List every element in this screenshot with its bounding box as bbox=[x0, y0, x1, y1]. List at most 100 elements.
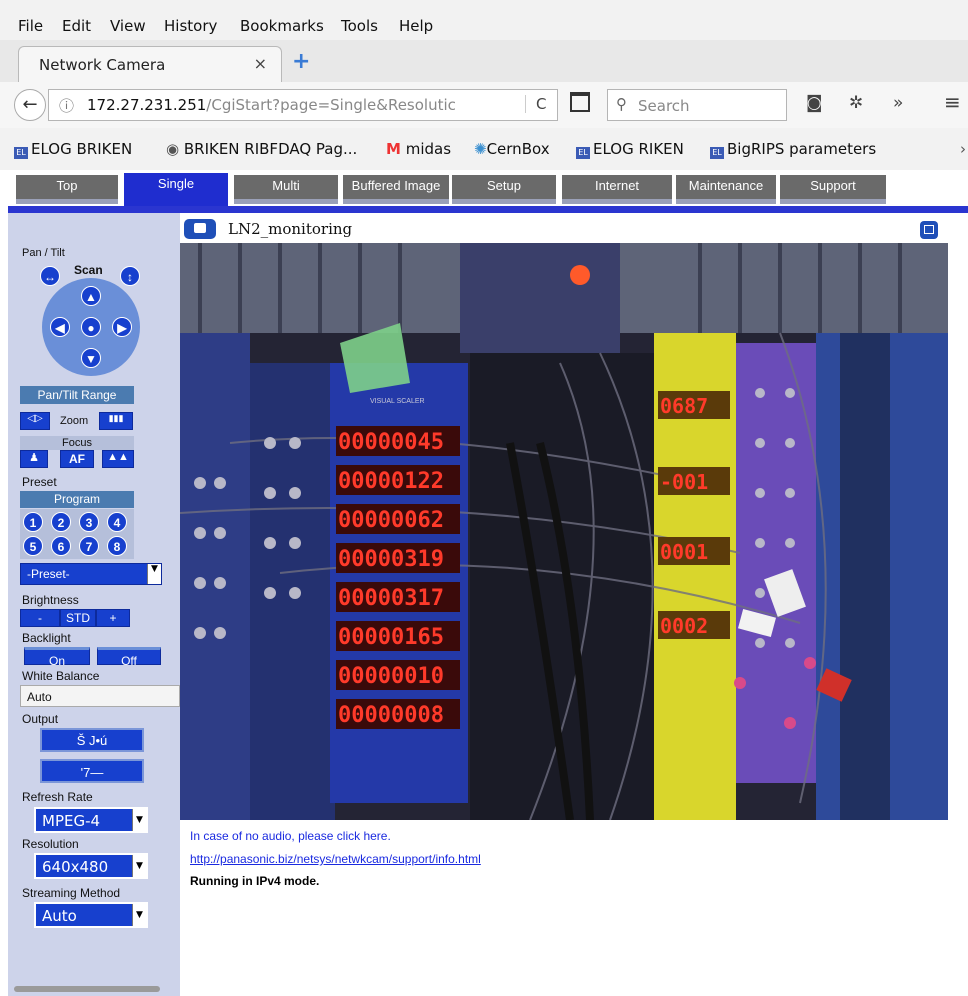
gear-icon[interactable]: ✲ bbox=[849, 93, 863, 113]
search-input[interactable]: ⚲ Search bbox=[607, 89, 787, 121]
horizontal-scrollbar[interactable] bbox=[14, 986, 160, 992]
preset-select-value: -Preset- bbox=[27, 567, 70, 581]
menu-bar: File Edit View History Bookmarks Tools H… bbox=[0, 0, 968, 40]
white-balance-label: White Balance bbox=[22, 669, 100, 683]
bookmark-cernbox[interactable]: ✺CernBox bbox=[474, 140, 550, 158]
autofocus-button[interactable]: AF bbox=[60, 450, 94, 468]
tab-multi[interactable]: Multi bbox=[234, 175, 338, 204]
refresh-rate-label: Refresh Rate bbox=[22, 790, 93, 804]
focus-far-icon[interactable]: ▲▲ bbox=[102, 450, 134, 468]
brightness-label: Brightness bbox=[22, 593, 79, 607]
preset-8-button[interactable]: 8 bbox=[107, 536, 127, 556]
preset-2-button[interactable]: 2 bbox=[51, 512, 71, 532]
new-tab-icon[interactable]: + bbox=[292, 49, 310, 74]
backlight-off-button[interactable]: Off bbox=[97, 647, 161, 668]
focus-near-icon[interactable]: ♟ bbox=[20, 450, 48, 468]
tab-setup[interactable]: Setup bbox=[452, 175, 556, 204]
streaming-method-select[interactable]: Auto ▼ bbox=[34, 902, 148, 928]
output-label: Output bbox=[22, 712, 59, 726]
refresh-rate-select[interactable]: MPEG-4 ▼ bbox=[34, 807, 148, 833]
output-button-2[interactable]: '7— bbox=[40, 759, 144, 783]
audio-note-link[interactable]: In case of no audio, please click here. bbox=[190, 829, 391, 843]
elog-icon: EL bbox=[576, 147, 590, 159]
chevron-down-icon: ▼ bbox=[132, 809, 146, 831]
tab-title: Network Camera bbox=[39, 56, 166, 74]
tilt-up-icon[interactable]: ▲ bbox=[81, 286, 101, 306]
tab-support[interactable]: Support bbox=[780, 175, 886, 204]
menu-history[interactable]: History bbox=[164, 17, 217, 35]
info-icon[interactable]: ⓘ bbox=[59, 95, 74, 116]
backlight-on-button[interactable]: On bbox=[24, 647, 90, 668]
hamburger-menu-icon[interactable]: ≡ bbox=[944, 90, 961, 114]
menu-file[interactable]: File bbox=[18, 17, 43, 35]
tilt-down-icon[interactable]: ▼ bbox=[81, 348, 101, 368]
menu-edit[interactable]: Edit bbox=[62, 17, 91, 35]
bookmark-midas[interactable]: M midas bbox=[386, 140, 451, 158]
cernbox-icon: ✺ bbox=[474, 140, 487, 158]
overflow-chevron-icon[interactable]: » bbox=[893, 93, 903, 113]
menu-bookmarks[interactable]: Bookmarks bbox=[240, 17, 324, 35]
fullscreen-icon[interactable] bbox=[920, 221, 938, 239]
menu-tools[interactable]: Tools bbox=[341, 17, 378, 35]
menu-help[interactable]: Help bbox=[399, 17, 433, 35]
preset-5-button[interactable]: 5 bbox=[23, 536, 43, 556]
pan-tilt-range-button[interactable]: Pan/Tilt Range bbox=[20, 386, 134, 404]
reload-icon[interactable]: C bbox=[525, 95, 546, 113]
yellow-display-1: 0687 bbox=[660, 394, 708, 418]
bookmark-elog-riken[interactable]: EL ELOG RIKEN bbox=[576, 140, 684, 159]
resolution-label: Resolution bbox=[22, 837, 79, 851]
search-placeholder: Search bbox=[638, 97, 690, 115]
globe-icon: ◉ bbox=[166, 140, 184, 158]
bookmark-elog-briken[interactable]: EL ELOG BRIKEN bbox=[14, 140, 132, 159]
counter-2: 00000122 bbox=[338, 469, 444, 494]
tab-single[interactable]: Single bbox=[124, 173, 228, 206]
counter-6: 00000165 bbox=[338, 625, 444, 650]
zoom-out-icon[interactable]: ◁▷ bbox=[20, 412, 50, 430]
camera-name: LN2_monitoring bbox=[228, 220, 353, 238]
preset-6-button[interactable]: 6 bbox=[51, 536, 71, 556]
menu-view[interactable]: View bbox=[110, 17, 146, 35]
midas-icon: M bbox=[386, 140, 401, 158]
bookmark-briken-ribfdaq[interactable]: ◉ BRIKEN RIBFDAQ Pag... bbox=[166, 140, 357, 158]
tab-top[interactable]: Top bbox=[16, 175, 118, 204]
preset-7-button[interactable]: 7 bbox=[79, 536, 99, 556]
preset-select[interactable]: -Preset- ▼ bbox=[20, 563, 162, 585]
brightness-plus-button[interactable]: + bbox=[96, 609, 130, 627]
preset-4-button[interactable]: 4 bbox=[107, 512, 127, 532]
tab-maintenance[interactable]: Maintenance bbox=[676, 175, 776, 204]
program-label: Program bbox=[20, 491, 134, 508]
preset-3-button[interactable]: 3 bbox=[79, 512, 99, 532]
preset-grid: 1 2 3 4 5 6 7 8 bbox=[20, 509, 134, 559]
vertical-scan-icon[interactable]: ↕ bbox=[120, 266, 140, 286]
back-arrow-icon[interactable]: ← bbox=[14, 89, 46, 121]
camera-page: Top Single Multi Buffered Image Setup In… bbox=[0, 170, 968, 996]
home-position-icon[interactable]: ● bbox=[81, 317, 101, 337]
window-icon[interactable] bbox=[570, 92, 590, 112]
tab-internet[interactable]: Internet bbox=[562, 175, 672, 204]
camera-nav-tabs: Top Single Multi Buffered Image Setup In… bbox=[0, 170, 968, 206]
yellow-display-4: 0002 bbox=[660, 614, 708, 638]
yellow-display-3: 0001 bbox=[660, 540, 708, 564]
support-link[interactable]: http://panasonic.biz/netsys/netwkcam/sup… bbox=[190, 852, 481, 866]
browser-tab[interactable]: Network Camera × bbox=[18, 46, 282, 83]
pan-right-icon[interactable]: ▶ bbox=[112, 317, 132, 337]
close-tab-icon[interactable]: × bbox=[254, 54, 267, 73]
pan-left-icon[interactable]: ◀ bbox=[50, 317, 70, 337]
output-button-1[interactable]: Š Ј•ú bbox=[40, 728, 144, 752]
pocket-icon[interactable]: ◙ bbox=[806, 93, 823, 113]
brightness-minus-button[interactable]: - bbox=[20, 609, 60, 627]
pan-tilt-label: Pan / Tilt bbox=[22, 247, 65, 259]
camera-icon[interactable] bbox=[184, 219, 216, 239]
horizontal-scan-icon[interactable]: ↔ bbox=[40, 266, 60, 286]
control-panel: Pan / Tilt ↔ Scan ↕ ▲ ▼ ◀ ▶ ● Pan/Tilt R… bbox=[8, 213, 180, 996]
white-balance-select[interactable]: Auto bbox=[20, 685, 180, 707]
bookmarks-overflow-icon[interactable]: › bbox=[960, 140, 966, 158]
brightness-std-button[interactable]: STD bbox=[60, 609, 96, 627]
zoom-in-icon[interactable]: ▮▮▮ bbox=[99, 412, 133, 430]
resolution-select[interactable]: 640x480 ▼ bbox=[34, 853, 148, 879]
bookmark-bigrips[interactable]: EL BigRIPS parameters bbox=[710, 140, 876, 159]
preset-1-button[interactable]: 1 bbox=[23, 512, 43, 532]
url-bar[interactable]: ⓘ 172.27.231.251/CgiStart?page=Single&Re… bbox=[48, 89, 558, 121]
tab-buffered-image[interactable]: Buffered Image bbox=[343, 175, 449, 204]
url-path: /CgiStart?page=Single&Resolutic bbox=[206, 96, 456, 114]
